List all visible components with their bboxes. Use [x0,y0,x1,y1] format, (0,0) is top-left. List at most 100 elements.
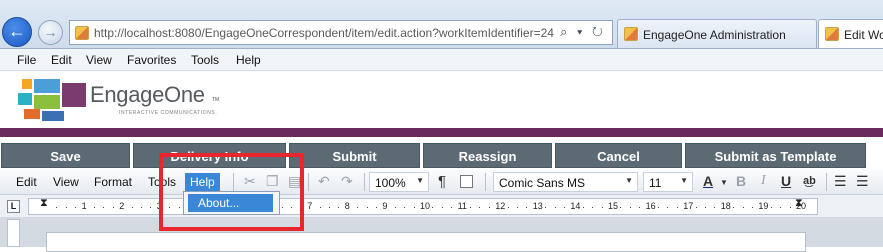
menu-edit[interactable]: Edit [51,53,72,67]
ruler-tick [789,207,791,208]
menu-favorites[interactable]: Favorites [127,53,176,67]
document-page[interactable] [46,232,806,252]
show-marks-checkbox[interactable] [460,175,473,188]
redo-icon[interactable]: ↷ [341,173,353,190]
ruler-tick [780,207,782,208]
ruler-tick [658,207,659,208]
ruler-tick [601,207,603,208]
font-family-value: Comic Sans MS [499,176,586,190]
cancel-button[interactable]: Cancel [555,143,682,168]
ruler-tick [526,207,528,208]
address-actions-icon[interactable]: ⌕ ▾ ↻ [560,24,606,40]
toolbar-separator [485,173,486,191]
zoom-value: 100% [375,176,406,190]
menu-file[interactable]: File [17,53,36,67]
highlight-annotation [159,153,304,231]
ruler-tick [488,207,490,208]
ruler-number: 14 [570,201,581,211]
ruler-tick [752,207,753,208]
ruler-number: 16 [645,201,656,211]
ruler-tick [507,207,509,208]
paragraph-icon[interactable]: ¶ [438,173,446,190]
zoom-select[interactable]: 100% ▼ [369,172,429,192]
toolbar-separator [364,173,365,191]
vertical-ruler [7,219,20,247]
brand-tagline: INTERACTIVE COMMUNICATIONS. [119,110,218,116]
submit-button[interactable]: Submit [289,143,420,168]
save-button[interactable]: Save [1,143,130,168]
forward-button[interactable]: → [38,20,63,45]
align-center-icon[interactable]: ☰ [856,173,869,190]
ruler-tick [470,207,471,208]
horizontal-ruler[interactable]: ⧗ ⧗ 1234567891011121314151617181920 [28,197,818,215]
italic-button[interactable]: I [761,173,766,189]
tab-stop-selector[interactable]: L [7,200,20,213]
ruler-number: 18 [720,201,731,211]
bold-button[interactable]: B [736,173,746,189]
ruler-tick [103,207,105,208]
toolbar-separator [826,173,827,191]
undo-icon[interactable]: ↶ [318,173,330,190]
font-size-select[interactable]: 11 ▼ [643,172,693,192]
ruler-tick [441,207,443,208]
ruler-tick [629,207,631,208]
font-family-select[interactable]: Comic Sans MS ▼ [493,172,638,192]
editor-menu-view[interactable]: View [53,175,79,189]
ruler-tick [404,207,406,208]
chevron-down-icon: ▼ [625,176,633,185]
back-button[interactable]: ← [2,17,32,47]
ruler-number: 15 [608,201,619,211]
ruler-tick [366,207,368,208]
ruler-tick [65,207,67,208]
font-color-icon[interactable]: A [703,173,713,189]
ruler-tick [733,207,735,208]
underline-button[interactable]: U [781,173,791,189]
ruler-tick [770,207,772,208]
editor-menu-format[interactable]: Format [94,175,132,189]
url-text[interactable]: http://localhost:8080/EngageOneCorrespon… [94,26,560,40]
ruler-tick [357,207,359,208]
header-divider [0,128,883,137]
ruler-tick [742,207,744,208]
ruler-tick [75,207,77,208]
ruler-number: 10 [420,201,431,211]
ruler-tick [582,207,584,208]
ruler-tick [564,207,565,208]
ruler-tick [56,207,58,208]
tab-favicon-icon [624,27,638,41]
editor-menu-edit[interactable]: Edit [16,175,37,189]
ruler-number: 17 [683,201,694,211]
tab-engageone-administration[interactable]: EngageOne Administration [617,19,817,48]
address-bar[interactable]: http://localhost:8080/EngageOneCorrespon… [69,20,613,45]
align-left-icon[interactable]: ☰ [834,173,847,190]
ruler-number: 11 [457,201,467,211]
ruler-tick [112,207,114,208]
chevron-down-icon[interactable]: ▼ [720,178,728,187]
ruler-tick [545,207,547,208]
ruler-number: 20 [796,201,807,211]
menu-view[interactable]: View [86,53,112,67]
ruler-tick [150,207,152,208]
ruler-tick [667,207,669,208]
tab-edit-work-item[interactable]: Edit Wo [818,19,883,48]
ruler-tick [676,207,678,208]
ruler-tick [319,207,321,208]
ruler-tick [592,207,594,208]
ruler-tick [94,207,95,208]
ruler-tick [705,207,706,208]
submit-as-template-button[interactable]: Submit as Template [685,143,866,168]
reassign-button[interactable]: Reassign [423,143,552,168]
ruler-number: 19 [758,201,769,211]
toolbar-separator [308,173,309,191]
menu-tools[interactable]: Tools [191,53,219,67]
ruler-tick [131,207,133,208]
ruler-number: 12 [495,201,506,211]
menu-help[interactable]: Help [236,53,261,67]
ruler-tick [432,207,434,208]
ruler-tick [413,207,415,208]
superscript-button[interactable]: a͜b [803,175,816,187]
ruler-tick [620,207,622,208]
ruler-tick [451,207,453,208]
chevron-down-icon: ▼ [680,176,688,185]
left-indent-marker-icon[interactable]: ⧗ [40,197,48,210]
